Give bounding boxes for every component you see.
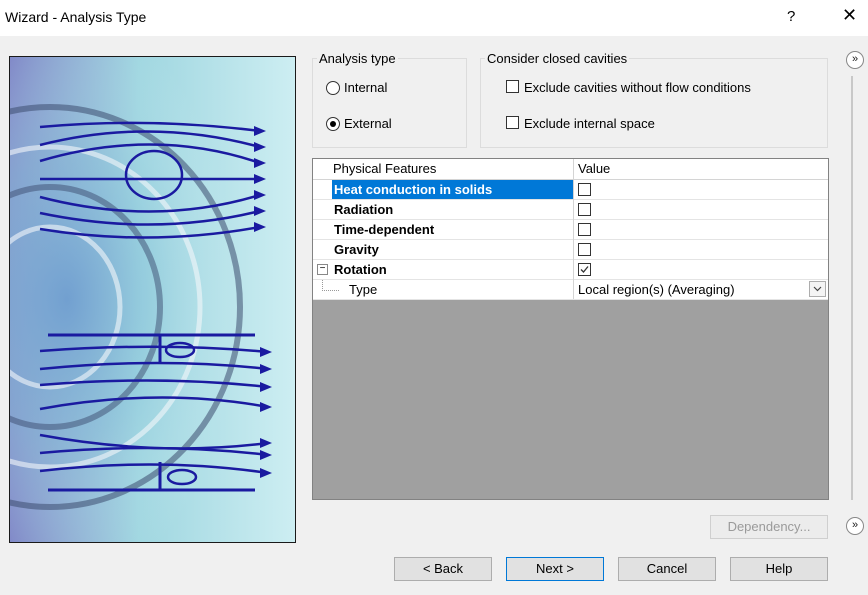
- exclude-internal-space-label[interactable]: Exclude internal space: [524, 116, 655, 131]
- column-separator: [573, 159, 574, 299]
- internal-radio[interactable]: [326, 81, 340, 95]
- row-radiation[interactable]: Radiation: [313, 200, 828, 220]
- next-button[interactable]: Next >: [506, 557, 604, 581]
- physical-features-grid: Physical Features Value Heat conduction …: [312, 158, 829, 500]
- help-button[interactable]: Help: [730, 557, 828, 581]
- row-heat-conduction[interactable]: Heat conduction in solids: [313, 180, 828, 200]
- exclude-internal-space-checkbox[interactable]: [506, 116, 519, 129]
- expand-panel-top-icon[interactable]: »: [846, 51, 864, 69]
- exclude-cavities-label[interactable]: Exclude cavities without flow conditions: [524, 80, 751, 95]
- chevron-down-icon[interactable]: [809, 281, 826, 297]
- back-button[interactable]: < Back: [394, 557, 492, 581]
- row-gravity[interactable]: Gravity: [313, 240, 828, 260]
- chevron-down-glyph: [813, 286, 822, 292]
- header-physical-features[interactable]: Physical Features: [333, 161, 436, 176]
- feature-name: Gravity: [334, 242, 379, 257]
- rotation-checkbox[interactable]: [578, 263, 591, 276]
- name-cell: Heat conduction in solids: [332, 180, 573, 199]
- heat-conduction-checkbox[interactable]: [578, 183, 591, 196]
- value-cell: [574, 200, 828, 219]
- help-icon[interactable]: ?: [787, 8, 795, 25]
- title-bar: Wizard - Analysis Type ? ✕: [0, 0, 868, 36]
- value-cell: [574, 180, 828, 199]
- tree-connector: [322, 280, 339, 291]
- header-value[interactable]: Value: [578, 161, 610, 176]
- close-icon[interactable]: ✕: [842, 5, 857, 26]
- radiation-checkbox[interactable]: [578, 203, 591, 216]
- exclude-cavities-checkbox[interactable]: [506, 80, 519, 93]
- collapse-icon[interactable]: −: [317, 264, 328, 275]
- internal-label[interactable]: Internal: [344, 80, 387, 95]
- closed-cavities-group: [480, 58, 828, 148]
- value-cell: [574, 240, 828, 259]
- external-label[interactable]: External: [344, 116, 392, 131]
- dependency-button[interactable]: Dependency...: [710, 515, 828, 539]
- feature-name: Type: [349, 282, 378, 297]
- side-divider: [851, 76, 853, 500]
- analysis-type-group: [312, 58, 467, 148]
- analysis-type-label: Analysis type: [317, 51, 398, 66]
- window-title: Wizard - Analysis Type: [5, 9, 147, 25]
- grid-header: Physical Features Value: [313, 159, 828, 180]
- external-radio[interactable]: [326, 117, 340, 131]
- row-rotation-type[interactable]: Type Local region(s) (Averaging): [313, 280, 828, 300]
- value-cell: [574, 260, 828, 279]
- feature-name: Rotation: [334, 262, 387, 277]
- feature-name: Time-dependent: [334, 222, 435, 237]
- closed-cavities-label: Consider closed cavities: [485, 51, 630, 66]
- cancel-button[interactable]: Cancel: [618, 557, 716, 581]
- feature-name: Heat conduction in solids: [334, 182, 493, 197]
- expand-panel-bottom-icon[interactable]: »: [846, 517, 864, 535]
- gravity-checkbox[interactable]: [578, 243, 591, 256]
- time-dependent-checkbox[interactable]: [578, 223, 591, 236]
- row-rotation[interactable]: − Rotation: [313, 260, 828, 280]
- rotation-type-select[interactable]: Local region(s) (Averaging): [574, 280, 828, 299]
- row-time-dependent[interactable]: Time-dependent: [313, 220, 828, 240]
- flow-illustration-graphic: [10, 57, 295, 542]
- value-cell: [574, 220, 828, 239]
- flow-illustration: [9, 56, 296, 543]
- checkmark-icon: [580, 266, 589, 273]
- rotation-type-value: Local region(s) (Averaging): [578, 282, 735, 297]
- feature-name: Radiation: [334, 202, 394, 217]
